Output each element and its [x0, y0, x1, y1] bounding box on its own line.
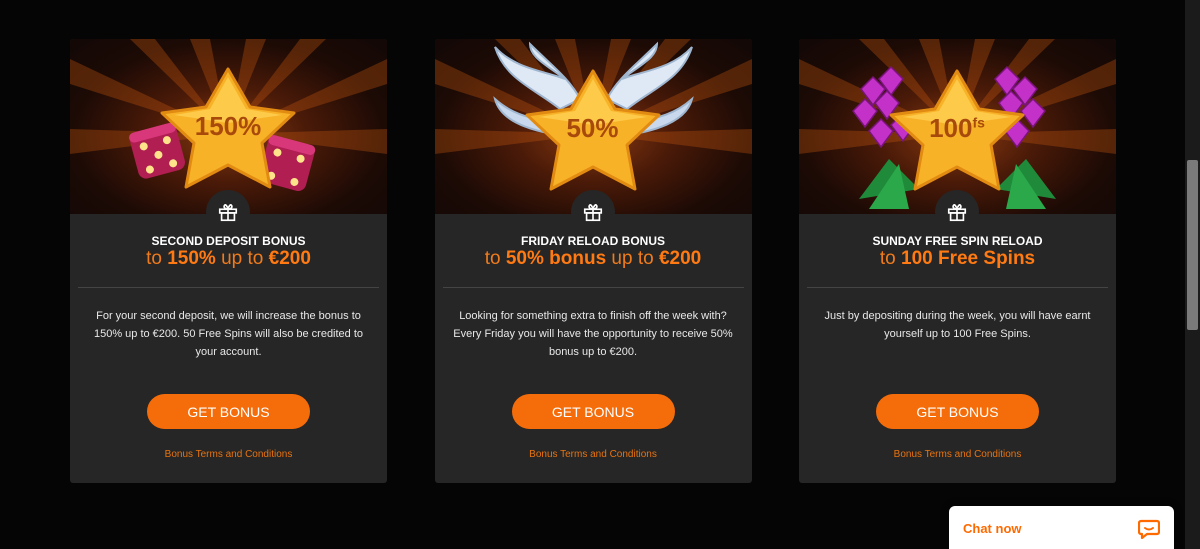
gift-icon [206, 190, 250, 234]
badge-suffix: fs [972, 114, 985, 131]
bonus-terms-link[interactable]: Bonus Terms and Conditions [799, 449, 1116, 460]
subtitle-amount: €200 [658, 248, 702, 269]
bonus-card-sunday-free-spin: 100fs SUNDAY FREE SPIN RELOAD to 100 Fre… [799, 39, 1116, 483]
chat-now-widget[interactable]: Chat now [949, 506, 1174, 549]
divider [807, 287, 1108, 288]
subtitle-highlight: 100 Free Spins [901, 248, 1036, 269]
bonus-card-second-deposit: 150% SECOND DEPOSIT BONUS to 150% up to … [70, 39, 387, 483]
get-bonus-button[interactable]: GET BONUS [147, 394, 310, 429]
bonus-hero-image: 50% [434, 39, 752, 214]
badge-number: 100 [929, 113, 973, 143]
subtitle-middle: up to [606, 248, 659, 269]
bonus-title: SUNDAY FREE SPIN RELOAD [872, 234, 1043, 248]
gift-icon [935, 190, 979, 234]
bonus-subtitle: to 100 Free Spins [799, 248, 1116, 270]
bonus-badge-text: 100fs [907, 113, 1007, 144]
bonus-terms-link[interactable]: Bonus Terms and Conditions [70, 449, 387, 460]
bonus-description: Just by depositing during the week, you … [824, 310, 1091, 340]
chat-now-label[interactable]: Chat now [963, 521, 1022, 536]
divider [78, 287, 379, 288]
scrollbar-thumb[interactable] [1187, 160, 1198, 330]
bonus-title: SECOND DEPOSIT BONUS [151, 234, 306, 248]
bonus-description: Looking for something extra to finish of… [453, 310, 733, 358]
bonus-badge-text: 50% [566, 113, 619, 143]
bonus-hero-image: 100fs [799, 39, 1116, 214]
subtitle-highlight: 150% [167, 248, 216, 269]
bonus-terms-link[interactable]: Bonus Terms and Conditions [435, 449, 752, 460]
subtitle-highlight: 50% bonus [505, 248, 607, 269]
subtitle-middle: up to [215, 248, 269, 269]
bonus-subtitle: to 50% bonus up to €200 [435, 248, 752, 270]
gift-icon [570, 190, 615, 234]
bonus-description: For your second deposit, we will increas… [93, 310, 364, 358]
bonus-card-friday-reload: 50% FRIDAY RELOAD BONUS to 50% bonus up … [434, 39, 752, 483]
get-bonus-button[interactable]: GET BONUS [876, 394, 1039, 429]
bonus-hero-image: 150% [70, 39, 387, 214]
subtitle-prefix: to [146, 248, 168, 269]
bonus-badge-text: 150% [194, 111, 262, 141]
get-bonus-button[interactable]: GET BONUS [511, 394, 675, 429]
bonus-title: FRIDAY RELOAD BONUS [520, 234, 666, 248]
divider [442, 287, 744, 288]
bonus-cards: 150% SECOND DEPOSIT BONUS to 150% up to … [70, 39, 1116, 483]
subtitle-prefix: to [879, 248, 901, 269]
chat-bubble-icon[interactable] [1138, 519, 1160, 539]
subtitle-amount: €200 [268, 248, 311, 269]
subtitle-prefix: to [484, 248, 506, 269]
bonus-subtitle: to 150% up to €200 [70, 248, 387, 270]
